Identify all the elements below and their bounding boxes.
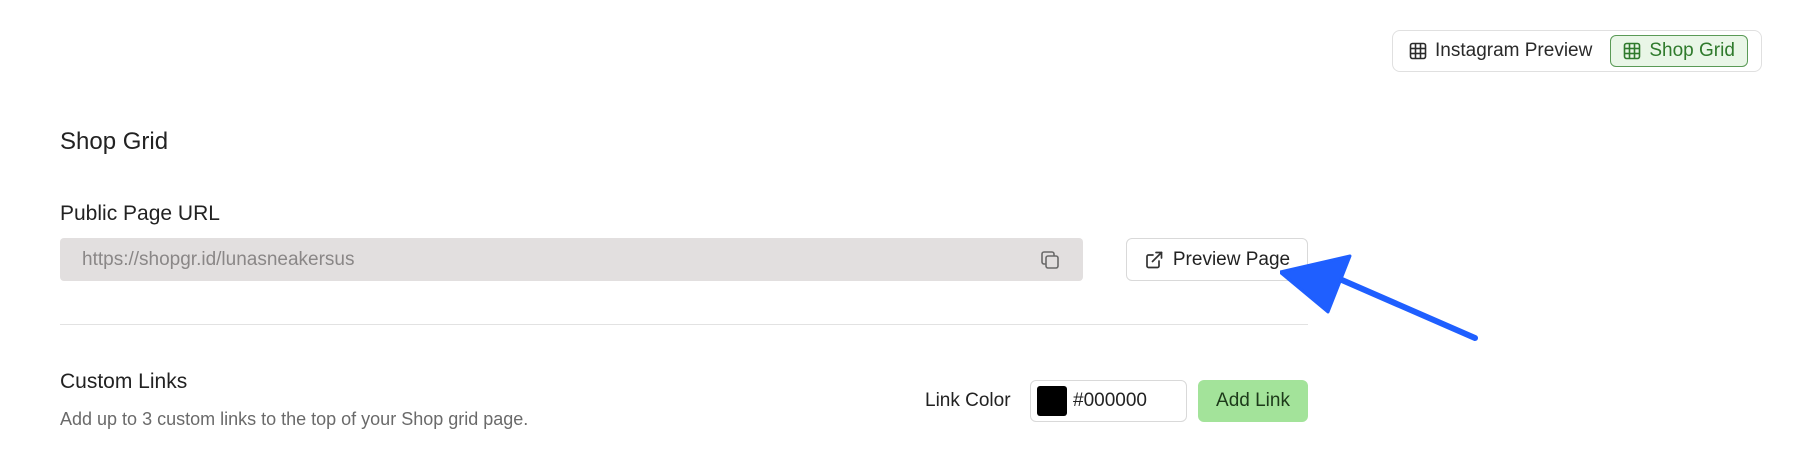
preview-page-label: Preview Page [1172, 248, 1291, 270]
link-color-label: Link Color [925, 390, 1011, 411]
add-link-button[interactable]: Add Link [1198, 380, 1308, 422]
public-url-label: Public Page URL [60, 202, 220, 225]
annotation-arrow [1280, 254, 1478, 341]
custom-links-description: Add up to 3 custom links to the top of y… [60, 409, 529, 429]
custom-links-title: Custom Links [60, 370, 188, 393]
link-color-input[interactable]: #000000 [1030, 380, 1187, 422]
copy-icon[interactable] [1039, 249, 1061, 271]
grid-icon [1409, 42, 1427, 60]
tab-shop-grid-label: Shop Grid [1649, 40, 1735, 61]
color-swatch[interactable] [1037, 386, 1067, 416]
link-color-value: #000000 [1073, 390, 1147, 411]
public-url-value: https://shopgr.id/lunasneakersus [82, 248, 355, 270]
view-toggle: Instagram Preview Shop Grid [1392, 30, 1762, 72]
public-url-field[interactable]: https://shopgr.id/lunasneakersus [60, 238, 1083, 281]
page-title: Shop Grid [60, 128, 169, 155]
tab-instagram-preview-label: Instagram Preview [1435, 40, 1593, 61]
external-link-icon [1144, 250, 1164, 270]
grid-icon [1623, 42, 1641, 60]
tab-instagram-preview[interactable]: Instagram Preview [1397, 35, 1604, 67]
section-divider [60, 324, 1308, 325]
tab-shop-grid[interactable]: Shop Grid [1610, 35, 1748, 67]
